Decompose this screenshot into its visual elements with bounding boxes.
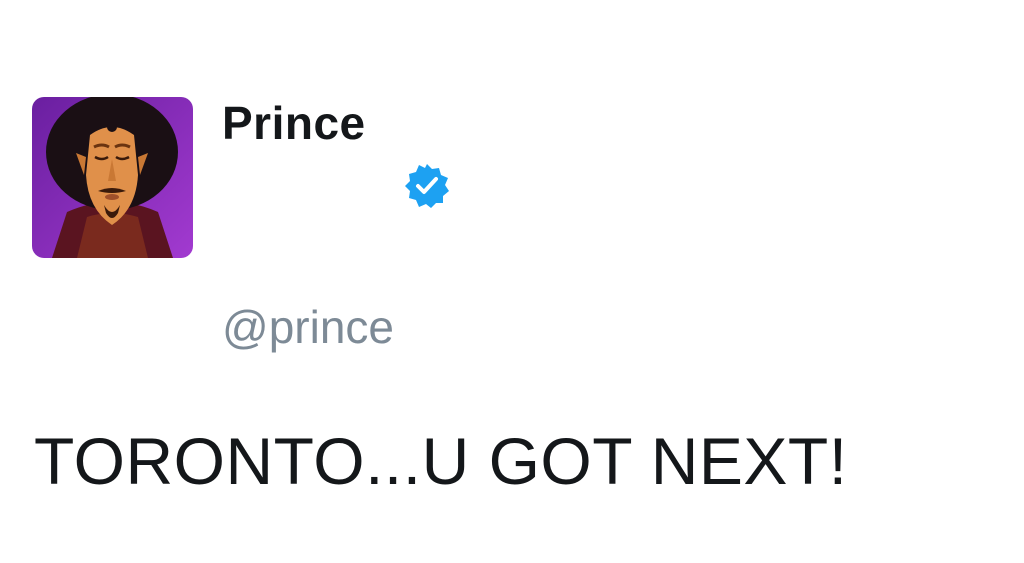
prince-avatar-icon — [32, 97, 193, 258]
user-handle[interactable]: @prince — [222, 300, 394, 354]
profile-avatar[interactable] — [32, 97, 193, 258]
tweet-text: TORONTO...U GOT NEXT! — [34, 424, 848, 498]
verified-badge-icon — [403, 162, 451, 210]
tweet-card: Prince @prince TORONTO...U GOT NEXT! — [0, 0, 1024, 563]
display-name[interactable]: Prince — [222, 96, 366, 150]
